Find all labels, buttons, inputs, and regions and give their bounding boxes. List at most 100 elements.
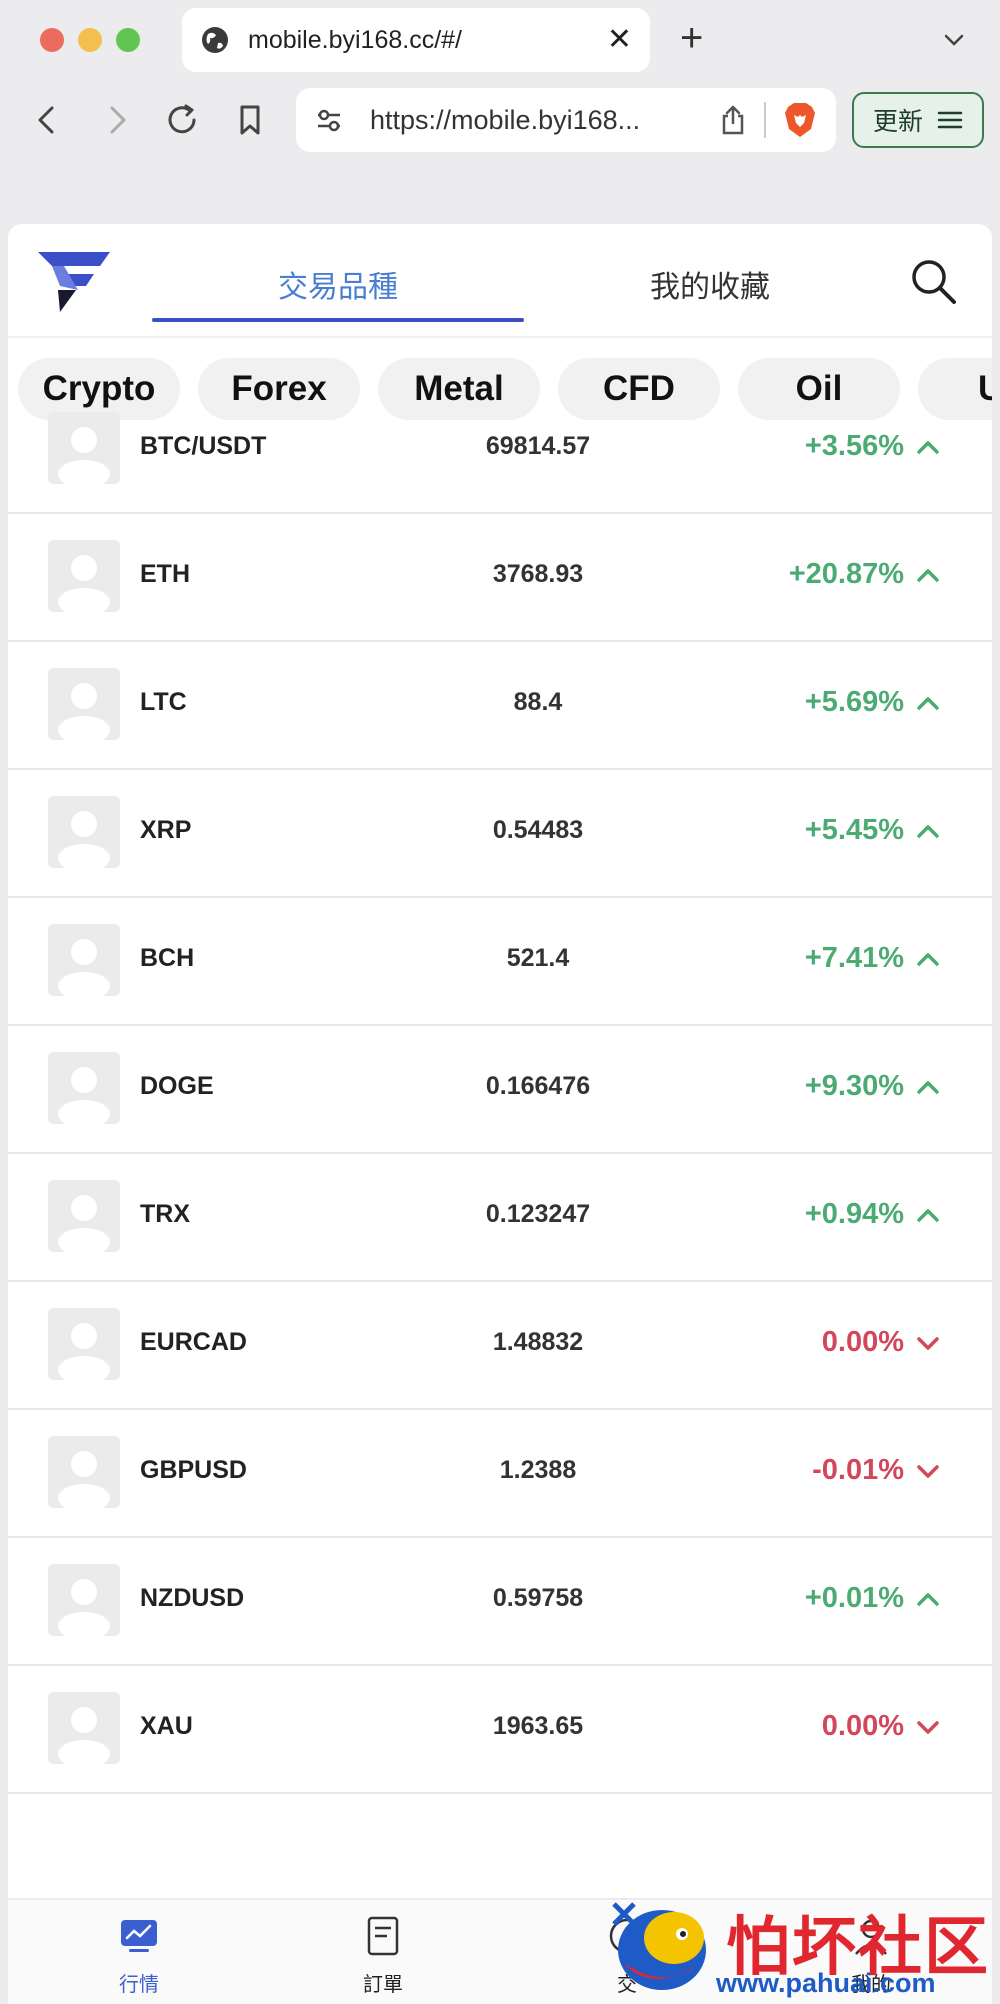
user-placeholder-icon: [58, 555, 110, 612]
row-symbol: ETH: [140, 560, 190, 588]
url-text[interactable]: https://mobile.byi168...: [370, 105, 708, 136]
market-row[interactable]: ETH 3768.93 +20.87%: [8, 514, 992, 642]
chevron-down-icon: [917, 1337, 939, 1350]
chart-monitor-icon: [121, 1920, 157, 1952]
user-placeholder-icon: [58, 1451, 110, 1508]
close-tab-icon[interactable]: ✕: [607, 25, 632, 55]
market-row[interactable]: XAU 1963.65 0.00%: [8, 1666, 992, 1794]
brand-logo: [38, 252, 110, 312]
chevron-up-icon: [917, 1593, 939, 1606]
row-price: 69814.57: [485, 432, 591, 460]
row-price: 0.59758: [492, 1584, 584, 1612]
coin-avatar-placeholder: [48, 412, 120, 484]
row-price: 0.54483: [492, 816, 584, 844]
update-button[interactable]: 更新: [852, 92, 984, 148]
coin-avatar-placeholder: [48, 1052, 120, 1124]
close-window-button[interactable]: [40, 28, 64, 52]
tab-trading-products[interactable]: 交易品種: [152, 262, 524, 306]
chevron-up-icon: [917, 569, 939, 582]
row-symbol: XRP: [140, 816, 192, 844]
tab-my-favorites[interactable]: 我的收藏: [524, 262, 896, 306]
address-separator: [764, 102, 766, 138]
user-placeholder-icon: [58, 939, 110, 996]
browser-chrome: mobile.byi168.cc/#/ ✕ + https://mobile.b…: [0, 0, 1000, 222]
coin-avatar-placeholder: [48, 1308, 120, 1380]
row-symbol: NZDUSD: [140, 1584, 245, 1612]
coin-avatar-placeholder: [48, 796, 120, 868]
market-row[interactable]: EURCAD 1.48832 0.00%: [8, 1282, 992, 1410]
row-change-percent: +0.01%: [804, 1582, 904, 1614]
user-placeholder-icon: [58, 427, 110, 484]
site-settings-icon[interactable]: [314, 105, 344, 135]
row-change-percent: +5.45%: [804, 814, 904, 846]
market-row[interactable]: GBPUSD 1.2388 -0.01%: [8, 1410, 992, 1538]
maximize-window-button[interactable]: [116, 28, 140, 52]
row-change-percent: +3.56%: [804, 430, 904, 462]
address-bar[interactable]: https://mobile.byi168...: [296, 88, 836, 152]
row-price: 3768.93: [492, 560, 584, 588]
row-symbol: XAU: [140, 1712, 193, 1740]
minimize-window-button[interactable]: [78, 28, 102, 52]
row-symbol: EURCAD: [140, 1328, 247, 1356]
new-tab-button[interactable]: +: [680, 18, 703, 58]
row-price: 1.2388: [499, 1456, 577, 1484]
nav-market[interactable]: 行情: [64, 1900, 214, 2004]
forward-icon[interactable]: [96, 100, 136, 140]
row-symbol: BCH: [140, 944, 195, 972]
chevron-up-icon: [917, 825, 939, 838]
market-row[interactable]: BTC/USDT 69814.57 +3.56%: [8, 386, 992, 514]
coin-avatar-placeholder: [48, 540, 120, 612]
row-symbol: GBPUSD: [140, 1456, 247, 1484]
user-placeholder-icon: [58, 683, 110, 740]
coin-avatar-placeholder: [48, 1436, 120, 1508]
watermark-url: www.pahuai.com: [716, 1968, 936, 1998]
brave-shield-icon[interactable]: [782, 101, 818, 139]
user-placeholder-icon: [58, 1067, 110, 1124]
user-placeholder-icon: [58, 1579, 110, 1636]
nav-orders[interactable]: 訂單: [308, 1900, 458, 2004]
market-row[interactable]: NZDUSD 0.59758 +0.01%: [8, 1538, 992, 1666]
watermark-logo: [612, 1902, 706, 1990]
market-row[interactable]: TRX 0.123247 +0.94%: [8, 1154, 992, 1282]
chevron-up-icon: [917, 1209, 939, 1222]
market-row[interactable]: BCH 521.4 +7.41%: [8, 898, 992, 1026]
row-change-percent: +0.94%: [804, 1198, 904, 1230]
row-change-percent: 0.00%: [821, 1326, 904, 1358]
user-placeholder-icon: [58, 1323, 110, 1380]
search-icon[interactable]: [908, 256, 958, 306]
user-placeholder-icon: [58, 1707, 110, 1764]
row-symbol: DOGE: [140, 1072, 214, 1100]
share-icon[interactable]: [718, 104, 748, 136]
row-change-percent: +9.30%: [804, 1070, 904, 1102]
row-change-percent: 0.00%: [821, 1710, 904, 1742]
market-row[interactable]: LTC 88.4 +5.69%: [8, 642, 992, 770]
market-row[interactable]: XRP 0.54483 +5.45%: [8, 770, 992, 898]
reload-icon[interactable]: [162, 100, 202, 140]
chevron-up-icon: [917, 697, 939, 710]
document-icon: [367, 1916, 399, 1956]
browser-tab[interactable]: mobile.byi168.cc/#/ ✕: [182, 8, 650, 72]
row-symbol: TRX: [140, 1200, 190, 1228]
back-icon[interactable]: [28, 100, 68, 140]
bookmark-icon[interactable]: [230, 100, 270, 140]
tab-title: mobile.byi168.cc/#/: [248, 25, 463, 54]
chevron-up-icon: [917, 1081, 939, 1094]
nav-orders-label: 訂單: [363, 1974, 403, 1996]
active-tab-indicator: [152, 318, 524, 322]
globe-icon: [202, 27, 228, 53]
coin-avatar-placeholder: [48, 668, 120, 740]
chevron-down-icon[interactable]: [940, 26, 968, 54]
row-price: 521.4: [506, 944, 570, 972]
row-price: 1963.65: [492, 1712, 584, 1740]
chevron-down-icon: [917, 1721, 939, 1734]
row-change-percent: +5.69%: [804, 686, 904, 718]
window-controls: [40, 28, 140, 52]
nav-market-label: 行情: [119, 1974, 159, 1996]
market-row[interactable]: DOGE 0.166476 +9.30%: [8, 1026, 992, 1154]
app-header: 交易品種 我的收藏: [8, 224, 992, 338]
chevron-up-icon: [917, 953, 939, 966]
coin-avatar-placeholder: [48, 1692, 120, 1764]
row-change-percent: +20.87%: [788, 558, 904, 590]
user-placeholder-icon: [58, 811, 110, 868]
row-change-percent: +7.41%: [804, 942, 904, 974]
